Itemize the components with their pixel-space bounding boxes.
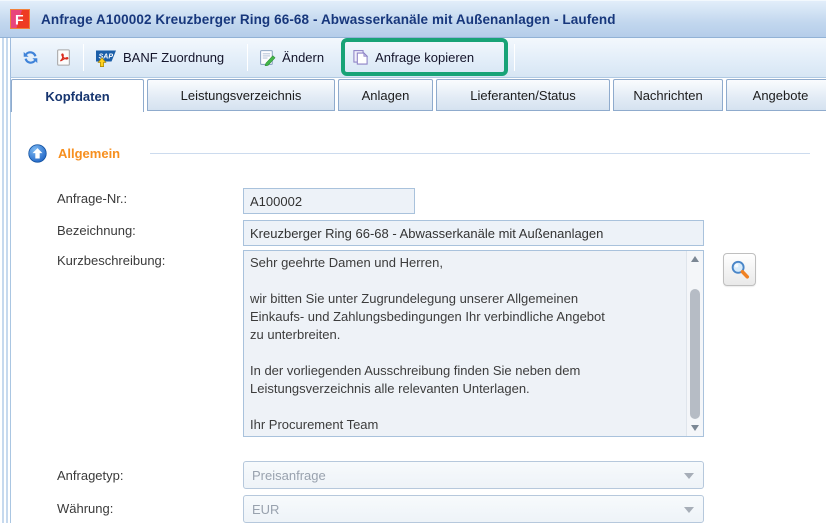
sap-banf-icon: SAP <box>95 49 117 67</box>
magnifier-icon <box>729 259 751 281</box>
waehrung-label: Währung: <box>57 501 113 516</box>
chevron-down-icon <box>684 507 694 513</box>
pdf-export-button[interactable] <box>47 44 80 71</box>
kurzbeschreibung-textarea[interactable]: Sehr geehrte Damen und Herren, wir bitte… <box>243 250 704 437</box>
edit-pencil-icon <box>259 49 276 66</box>
kurzbeschreibung-lookup-button[interactable] <box>723 253 756 286</box>
toolbar-separator <box>247 44 248 71</box>
toolbar-separator <box>514 44 515 71</box>
aendern-label: Ändern <box>282 50 324 65</box>
tab-kopfdaten[interactable]: Kopfdaten <box>11 79 144 113</box>
tab-angebote[interactable]: Angebote <box>726 79 826 111</box>
copy-document-icon <box>352 49 369 66</box>
chevron-down-icon <box>684 473 694 479</box>
tab-lieferanten-status[interactable]: Lieferanten/Status <box>436 79 610 111</box>
page-title: Anfrage A100002 Kreuzberger Ring 66-68 -… <box>41 12 616 27</box>
waehrung-select[interactable]: EUR <box>243 495 704 523</box>
anfrage-nr-label: Anfrage-Nr.: <box>57 191 127 206</box>
window-titlebar: F Anfrage A100002 Kreuzberger Ring 66-68… <box>0 0 826 38</box>
anfrage-nr-field[interactable] <box>243 188 415 214</box>
kurzbeschreibung-text[interactable]: Sehr geehrte Damen und Herren, wir bitte… <box>244 251 686 436</box>
tab-anlagen[interactable]: Anlagen <box>338 79 433 111</box>
kurzbeschreibung-label: Kurzbeschreibung: <box>57 253 165 268</box>
bezeichnung-field[interactable] <box>243 220 704 246</box>
waehrung-value: EUR <box>252 502 279 517</box>
anfragetyp-value: Preisanfrage <box>252 468 326 483</box>
bezeichnung-label: Bezeichnung: <box>57 223 136 238</box>
scroll-down-button[interactable] <box>687 420 703 436</box>
refresh-button[interactable] <box>14 44 47 71</box>
window-frame-left <box>0 38 10 523</box>
circle-up-arrow-icon[interactable] <box>28 144 47 163</box>
aendern-button[interactable]: Ändern <box>251 44 332 71</box>
scroll-up-icon <box>691 256 699 262</box>
scrollbar-track[interactable] <box>687 267 703 420</box>
toolbar: SAP BANF Zuordnung Ändern Anfrage kopier… <box>10 38 826 78</box>
scrollbar-thumb[interactable] <box>690 289 700 419</box>
section-divider-line <box>150 153 810 154</box>
refresh-icon <box>22 49 39 66</box>
anfrage-kopieren-button[interactable]: Anfrage kopieren <box>344 44 482 71</box>
tab-leistungsverzeichnis[interactable]: Leistungsverzeichnis <box>147 79 335 111</box>
toolbar-separator <box>83 44 84 71</box>
allgemein-section-header: Allgemein <box>28 143 818 163</box>
tab-strip: Kopfdaten Leistungsverzeichnis Anlagen L… <box>10 78 826 112</box>
anfragetyp-label: Anfragetyp: <box>57 468 124 483</box>
section-title-allgemein: Allgemein <box>58 146 120 161</box>
pdf-export-icon <box>55 49 72 66</box>
banf-zuordnung-button[interactable]: SAP BANF Zuordnung <box>87 44 232 72</box>
anfragetyp-select[interactable]: Preisanfrage <box>243 461 704 489</box>
anfrage-kopieren-label: Anfrage kopieren <box>375 50 474 65</box>
scroll-up-button[interactable] <box>687 251 703 267</box>
textarea-scrollbar[interactable] <box>686 251 703 436</box>
tab-nachrichten[interactable]: Nachrichten <box>613 79 723 111</box>
futura-logo-icon: F <box>10 9 30 29</box>
banf-zuordnung-label: BANF Zuordnung <box>123 50 224 65</box>
svg-text:F: F <box>15 12 24 28</box>
scroll-down-icon <box>691 425 699 431</box>
